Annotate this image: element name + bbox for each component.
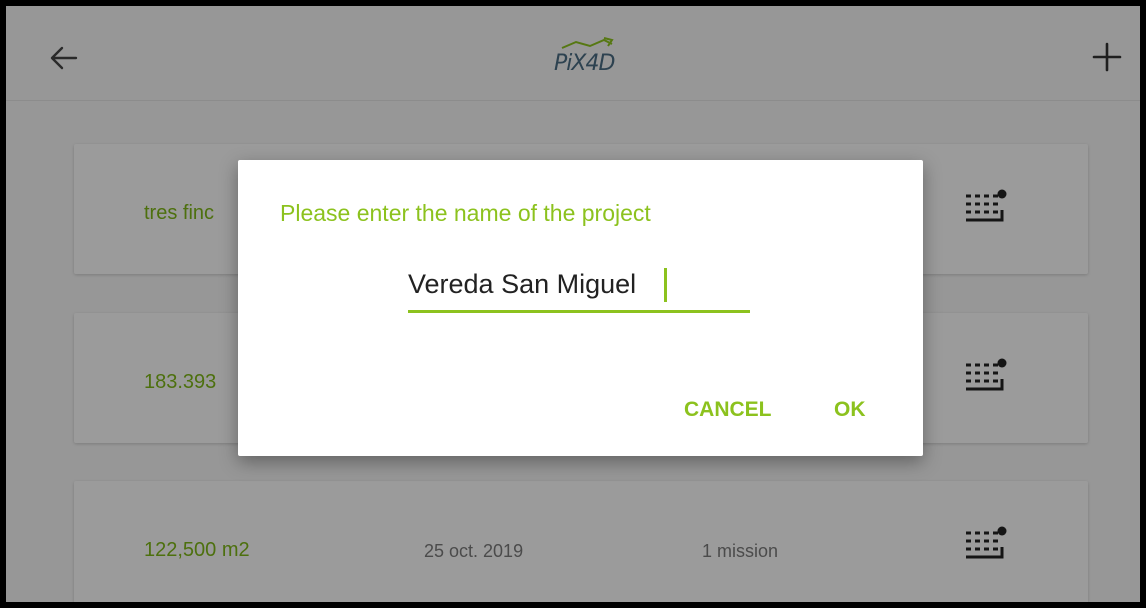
cancel-button[interactable]: CANCEL (678, 392, 778, 428)
app-screen: PiX4D tres finc 183.393 122,500 m2 25 oc… (6, 6, 1140, 602)
project-name-dialog: Please enter the name of the project CAN… (238, 160, 923, 456)
ok-button[interactable]: OK (828, 392, 872, 428)
dialog-title: Please enter the name of the project (280, 200, 651, 226)
project-name-input[interactable] (408, 258, 750, 313)
text-cursor (664, 268, 667, 302)
